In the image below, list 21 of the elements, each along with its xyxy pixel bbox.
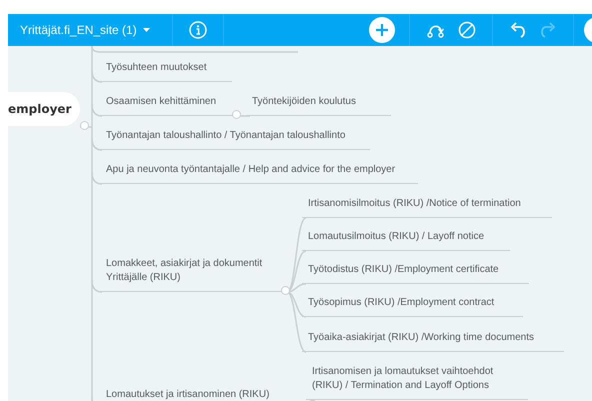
topic-node[interactable]: Työntekijöiden koulutus	[246, 95, 391, 116]
node-handle[interactable]	[281, 286, 290, 295]
undo-icon[interactable]	[509, 22, 527, 38]
add-topic-icon[interactable]	[369, 17, 395, 43]
node-handle[interactable]	[80, 121, 89, 130]
topic-node[interactable]: Työsuhteen muutokset	[100, 61, 232, 82]
prohibited-icon[interactable]	[458, 21, 476, 39]
topic-node[interactable]: Työsopimus (RIKU) /Employment contract	[302, 296, 523, 317]
branch-line	[238, 115, 250, 117]
branch-line	[310, 399, 318, 401]
info-icon[interactable]	[188, 21, 207, 39]
topic-node[interactable]: Irtisanomisen ja lomautukset vaihtoehdot (RIKU) / Termination and Layoff Options	[306, 365, 528, 400]
node-handle[interactable]	[232, 110, 241, 119]
topic-node[interactable]: Työtodistus (RIKU) /Employment certificate	[302, 263, 529, 284]
central-topic[interactable]: employer	[8, 92, 80, 126]
topic-node[interactable]: Työaika-asiakirjat (RIKU) /Working time documents	[302, 331, 564, 352]
topic-node[interactable]: Lomautusilmoitus (RIKU) / Layoff notice	[302, 230, 510, 251]
caret-icon	[142, 28, 150, 32]
topic-node[interactable]: Työnantajan taloushallinto / Työnantajan taloushallinto	[100, 129, 370, 150]
topic-node[interactable]: Irtisanomisilmoitus (RIKU) /Notice of termination	[302, 197, 552, 218]
topic-node[interactable]: Apu ja neuvonta työntantajalle / Help and advice for the employer	[100, 163, 418, 184]
